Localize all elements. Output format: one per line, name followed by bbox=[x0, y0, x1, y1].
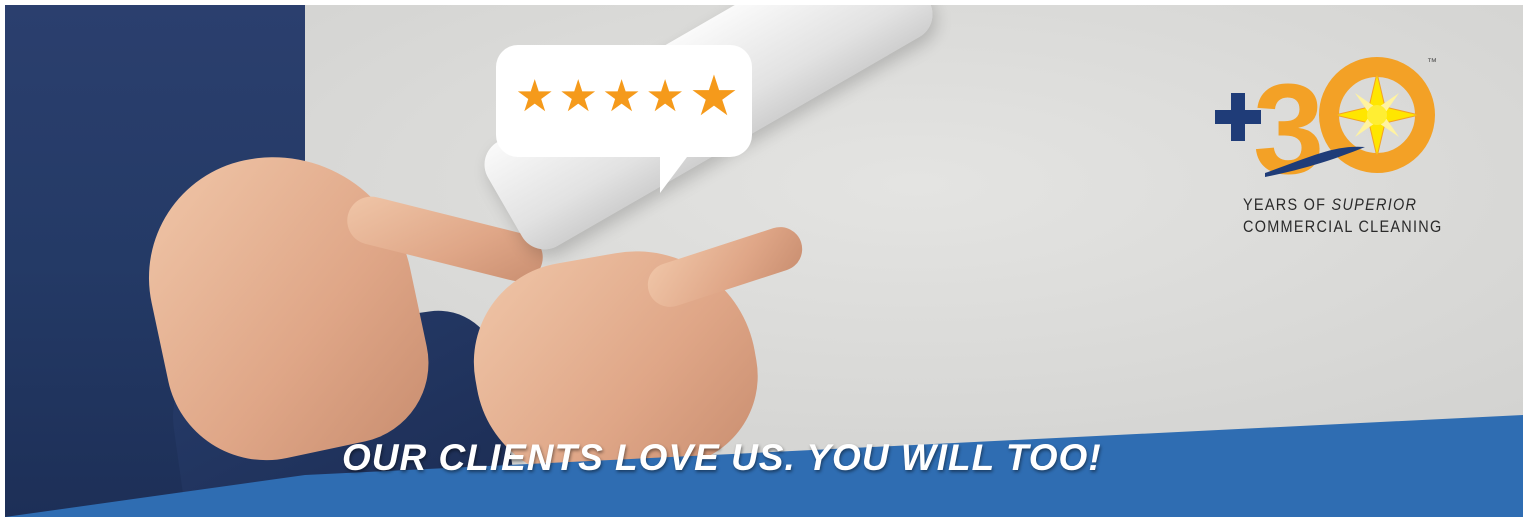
hero-banner: ★ ★ ★ ★ ★ OUR CLIENTS LOVE US. YOU WILL … bbox=[5, 5, 1523, 517]
logo-tagline-line2: COMMERCIAL CLEANING bbox=[1243, 217, 1443, 236]
svg-text:3: 3 bbox=[1253, 58, 1324, 195]
trademark-symbol: ™ bbox=[1427, 57, 1437, 68]
company-logo: 3 ™ YEARS OF SUPERIOR COMMERCIAL CLEANIN… bbox=[1205, 55, 1445, 245]
logo-line1-emphasis: SUPERIOR bbox=[1331, 195, 1418, 214]
logo-tagline-line1: YEARS OF SUPERIOR bbox=[1243, 195, 1417, 215]
tagline: OUR CLIENTS LOVE US. YOU WILL TOO! bbox=[342, 437, 1102, 478]
logo-line1-prefix: YEARS OF bbox=[1243, 195, 1332, 214]
logo-mark: 3 bbox=[1215, 57, 1435, 195]
